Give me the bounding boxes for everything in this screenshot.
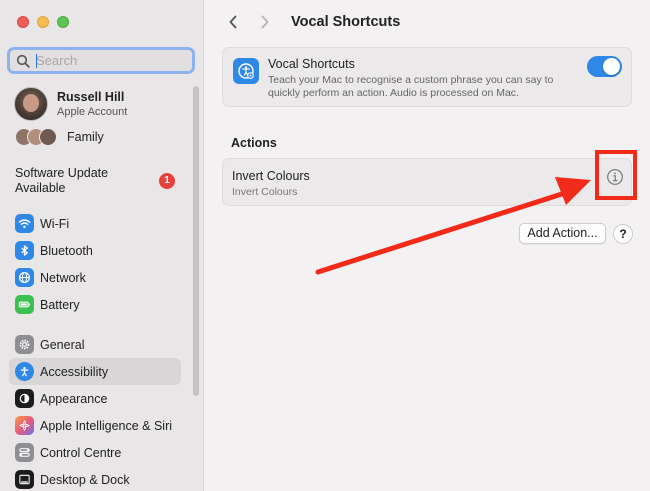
sidebar-item-apple-intelligence-siri[interactable]: Apple Intelligence & Siri xyxy=(9,412,181,439)
sidebar-item-label: Desktop & Dock xyxy=(40,472,130,487)
sidebar-item-bluetooth[interactable]: Bluetooth xyxy=(9,237,181,264)
page-title: Vocal Shortcuts xyxy=(291,14,401,30)
avatar xyxy=(14,87,48,121)
text-caret xyxy=(36,54,37,68)
search-field[interactable] xyxy=(7,47,195,74)
window-controls xyxy=(17,16,69,28)
account-subtitle: Apple Account xyxy=(57,106,128,118)
vocal-shortcuts-card: Vocal Shortcuts Teach your Mac to recogn… xyxy=(222,47,632,107)
chevron-left-icon xyxy=(229,15,237,29)
help-button[interactable]: ? xyxy=(613,224,633,244)
action-row-invert-colours[interactable]: Invert Colours Invert Colours xyxy=(222,158,632,206)
sidebar-group-connectivity: Wi-Fi Bluetooth Network Battery xyxy=(9,210,181,318)
sidebar-item-battery[interactable]: Battery xyxy=(9,291,181,318)
sidebar-scrollbar[interactable] xyxy=(193,86,199,396)
family-avatars xyxy=(15,128,57,146)
wifi-icon xyxy=(15,214,34,233)
sidebar-item-label: Accessibility xyxy=(40,364,109,379)
card-description: Teach your Mac to recognise a custom phr… xyxy=(268,74,554,99)
sidebar-item-network[interactable]: Network xyxy=(9,264,181,291)
sidebar-item-accessibility[interactable]: Accessibility xyxy=(9,358,181,385)
sidebar-item-label: Control Centre xyxy=(40,445,122,460)
software-update-label: Software Update Available xyxy=(15,166,109,195)
sidebar-item-desktop-dock[interactable]: Desktop & Dock xyxy=(9,466,181,491)
sidebar-item-label: Battery xyxy=(40,297,80,312)
card-title: Vocal Shortcuts xyxy=(268,57,355,71)
sidebar-item-wifi[interactable]: Wi-Fi xyxy=(9,210,181,237)
sidebar-item-label: Network xyxy=(40,270,86,285)
toggle-knob xyxy=(603,58,620,75)
annotation-highlight-box xyxy=(595,150,637,200)
globe-icon xyxy=(15,268,34,287)
sidebar: Russell Hill Apple Account Family Softwa… xyxy=(0,0,204,491)
close-window-button[interactable] xyxy=(17,16,29,28)
back-button[interactable] xyxy=(223,12,243,32)
bluetooth-icon xyxy=(15,241,34,260)
forward-button[interactable] xyxy=(255,12,275,32)
toolbar: Vocal Shortcuts xyxy=(223,12,400,32)
search-input[interactable] xyxy=(36,53,186,68)
main-content: Vocal Shortcuts Vocal Shortcuts Teach yo… xyxy=(205,0,650,491)
appearance-icon xyxy=(15,389,34,408)
apple-account-item[interactable]: Russell Hill Apple Account xyxy=(14,87,127,121)
actions-section-heading: Actions xyxy=(231,136,277,150)
sidebar-item-label: Apple Intelligence & Siri xyxy=(40,418,173,433)
sidebar-item-label: Bluetooth xyxy=(40,243,93,258)
chevron-right-icon xyxy=(261,15,269,29)
sidebar-item-appearance[interactable]: Appearance xyxy=(9,385,181,412)
family-label: Family xyxy=(67,130,104,144)
zoom-window-button[interactable] xyxy=(57,16,69,28)
siri-icon xyxy=(15,416,34,435)
sidebar-item-general[interactable]: General xyxy=(9,331,181,358)
sidebar-item-label: General xyxy=(40,337,85,352)
sidebar-group-system: General Accessibility Appearance Apple I… xyxy=(9,331,181,491)
update-count-badge: 1 xyxy=(159,173,175,189)
battery-icon xyxy=(15,295,34,314)
dock-icon xyxy=(15,470,34,489)
gear-icon xyxy=(15,335,34,354)
action-subtitle: Invert Colours xyxy=(232,186,298,198)
account-name: Russell Hill xyxy=(57,90,125,104)
vocal-shortcuts-icon xyxy=(233,58,259,84)
action-title: Invert Colours xyxy=(232,169,310,183)
software-update-item[interactable]: Software Update Available 1 xyxy=(15,166,195,196)
accessibility-icon xyxy=(15,362,34,381)
sidebar-item-control-centre[interactable]: Control Centre xyxy=(9,439,181,466)
sidebar-item-label: Wi-Fi xyxy=(40,216,70,231)
family-item[interactable]: Family xyxy=(15,128,104,146)
minimize-window-button[interactable] xyxy=(37,16,49,28)
sidebar-item-label: Appearance xyxy=(40,391,108,406)
search-icon xyxy=(16,54,30,68)
control-centre-icon xyxy=(15,443,34,462)
add-action-button[interactable]: Add Action... xyxy=(519,223,606,244)
vocal-shortcuts-toggle[interactable] xyxy=(587,56,622,77)
